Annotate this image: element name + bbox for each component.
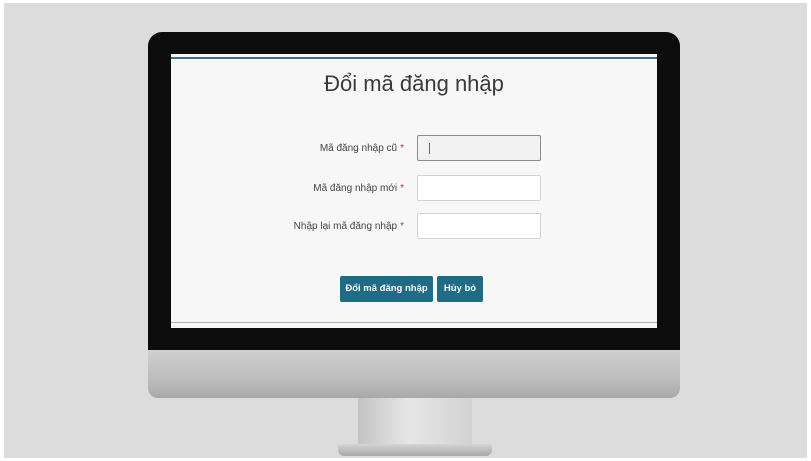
monitor-screen: Đổi mã đăng nhập Mã đăng nhập cũ * Mã đăn… [171, 54, 657, 328]
monitor-stand-neck [358, 398, 472, 446]
new-login-code-label: Mã đăng nhập mới * [313, 183, 404, 194]
form-row-confirm-login-code: Nhập lại mã đăng nhập * [171, 213, 657, 243]
new-login-code-input[interactable] [417, 175, 541, 201]
required-mark: * [400, 183, 404, 194]
required-mark: * [400, 143, 404, 154]
required-mark: * [400, 221, 404, 232]
monitor-stand-base [338, 444, 492, 456]
page-title: Đổi mã đăng nhập [324, 71, 504, 96]
old-login-code-input[interactable] [417, 135, 541, 161]
cancel-button[interactable]: Hủy bỏ [437, 276, 483, 302]
change-login-code-button[interactable]: Đổi mã đăng nhập [340, 276, 433, 302]
text-cursor [429, 143, 430, 154]
confirm-login-code-label: Nhập lại mã đăng nhập * [293, 221, 404, 232]
form-row-old-login-code: Mã đăng nhập cũ * [171, 135, 657, 165]
confirm-login-code-input[interactable] [417, 213, 541, 239]
header-divider [171, 57, 657, 59]
footer-divider [171, 322, 657, 323]
form-row-new-login-code: Mã đăng nhập mới * [171, 175, 657, 205]
monitor-chin [148, 350, 680, 398]
old-login-code-label: Mã đăng nhập cũ * [319, 143, 404, 154]
